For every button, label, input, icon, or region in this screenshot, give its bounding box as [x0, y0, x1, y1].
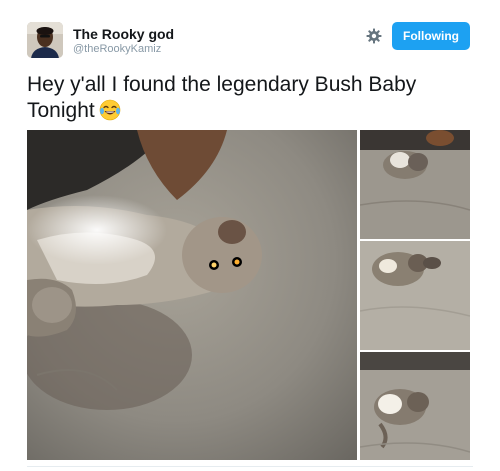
user-handle[interactable]: @theRookyKamiz	[73, 43, 161, 55]
tweet-card: The Rooky god @theRookyKamiz Following H…	[0, 0, 500, 471]
photo-thumbnail-2[interactable]	[360, 241, 470, 350]
gear-icon[interactable]	[365, 27, 383, 45]
tweet-text: Hey y'all I found the legendary Bush Bab…	[27, 72, 477, 124]
divider	[27, 466, 473, 467]
photo-thumbnail-1[interactable]	[360, 130, 470, 239]
photo-thumbnail-3[interactable]	[360, 352, 470, 460]
avatar[interactable]	[27, 22, 63, 58]
display-name[interactable]: The Rooky god	[73, 26, 174, 42]
following-button[interactable]: Following	[392, 22, 470, 50]
tweet-text-content: Hey y'all I found the legendary Bush Bab…	[27, 73, 417, 122]
tears-of-joy-emoji-icon	[99, 99, 121, 121]
photo-main[interactable]	[27, 130, 357, 460]
